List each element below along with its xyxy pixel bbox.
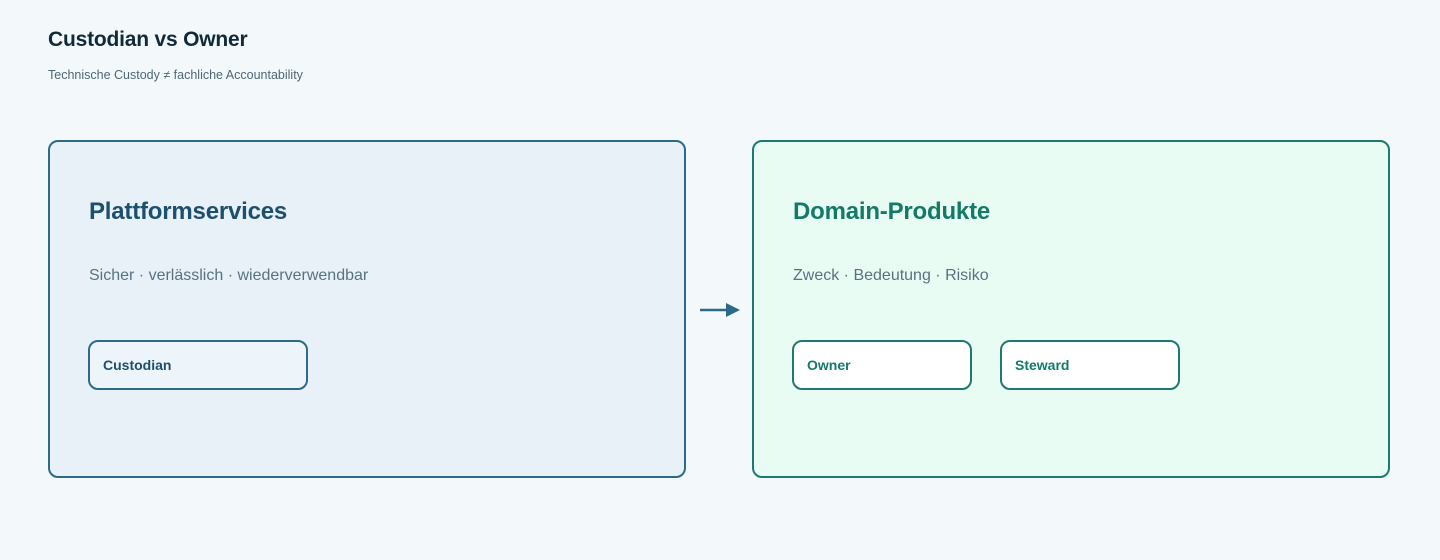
domain-products-description: Zweck · Bedeutung · Risiko (793, 267, 989, 284)
arrow-right-icon (700, 303, 740, 317)
custodian-chip[interactable]: Custodian (88, 340, 308, 390)
platform-services-title: Plattformservices (89, 198, 288, 225)
steward-chip[interactable]: Steward (1000, 340, 1180, 390)
domain-products-title: Domain-Produkte (793, 198, 991, 225)
page-title: Custodian vs Owner (48, 28, 248, 51)
diagram-canvas: Custodian vs Owner Technische Custody ≠ … (0, 0, 1440, 560)
owner-chip[interactable]: Owner (792, 340, 972, 390)
platform-services-panel: Plattformservices Sicher · verlässlich ·… (48, 140, 686, 478)
platform-services-description: Sicher · verlässlich · wiederverwendbar (89, 267, 369, 284)
domain-products-panel: Domain-Produkte Zweck · Bedeutung · Risi… (752, 140, 1390, 478)
page-subtitle: Technische Custody ≠ fachliche Accountab… (48, 68, 303, 82)
